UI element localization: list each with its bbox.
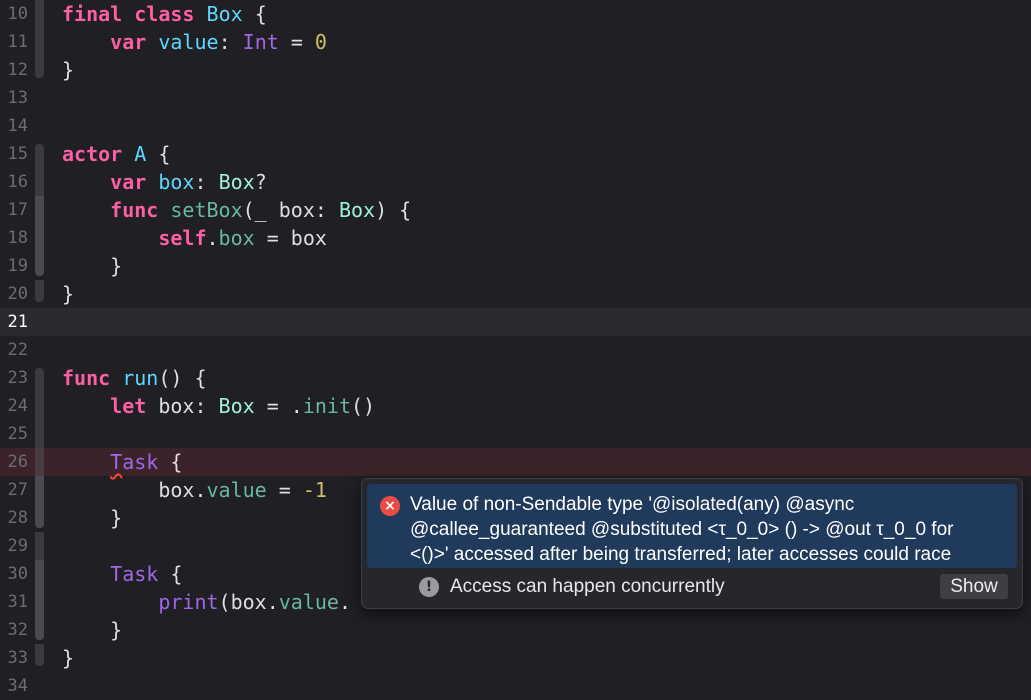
fold-ribbon[interactable]	[35, 392, 44, 420]
code-text: let box: Box = .init()	[110, 394, 376, 418]
line-number: 23	[7, 368, 28, 388]
code-line-25[interactable]: 25	[0, 420, 1031, 448]
line-number: 29	[7, 536, 28, 556]
code-text: }	[110, 506, 123, 530]
diagnostic-popover[interactable]: × Value of non-Sendable type '@isolated(…	[361, 478, 1023, 609]
exclamation-circle-icon: !	[419, 577, 439, 597]
code-text: self.box = box	[158, 226, 327, 250]
code-line-22[interactable]: 22	[0, 336, 1031, 364]
line-number: 10	[7, 4, 28, 24]
show-button[interactable]: Show	[940, 574, 1008, 599]
fold-ribbon[interactable]	[35, 560, 44, 588]
code-text: }	[62, 282, 75, 306]
line-number: 19	[7, 256, 28, 276]
fold-ribbon[interactable]	[35, 0, 44, 28]
fold-ribbon[interactable]	[35, 28, 44, 56]
code-line-20[interactable]: 20 }	[0, 280, 1031, 308]
error-x-icon: ×	[380, 496, 400, 516]
line-number: 18	[7, 228, 28, 248]
fold-ribbon[interactable]	[35, 420, 44, 448]
code-text: }	[110, 254, 123, 278]
fold-ribbon[interactable]	[35, 504, 44, 528]
line-number: 31	[7, 592, 28, 612]
line-number: 32	[7, 620, 28, 640]
code-line-14[interactable]: 14	[0, 112, 1031, 140]
fold-ribbon[interactable]	[35, 252, 44, 276]
code-text: var value: Int = 0	[110, 30, 327, 54]
fold-ribbon[interactable]	[35, 224, 44, 252]
fold-ribbon[interactable]	[35, 196, 44, 224]
code-text: final class Box {	[62, 2, 267, 26]
line-number: 26	[7, 452, 28, 472]
fold-ribbon[interactable]	[35, 588, 44, 616]
code-text: var box: Box?	[110, 170, 267, 194]
code-text: Task {	[110, 562, 183, 586]
error-message-line: Value of non-Sendable type '@isolated(an…	[410, 494, 855, 515]
line-number: 16	[7, 172, 28, 192]
fold-ribbon[interactable]	[35, 476, 44, 504]
code-text: }	[62, 646, 75, 670]
code-text: }	[110, 618, 123, 642]
code-text: box.value = -1	[158, 478, 327, 502]
code-text: actor A {	[62, 142, 171, 166]
fold-ribbon[interactable]	[35, 280, 44, 302]
code-line-17[interactable]: 17 func setBox(_ box: Box) {	[0, 196, 1031, 224]
code-line-16[interactable]: 16 var box: Box?	[0, 168, 1031, 196]
error-message: Value of non-Sendable type '@isolated(an…	[410, 492, 1010, 567]
fold-ribbon[interactable]	[35, 56, 44, 78]
fold-ribbon[interactable]	[35, 644, 44, 666]
line-number: 34	[7, 676, 28, 696]
fold-ribbon[interactable]	[35, 532, 44, 560]
line-number: 24	[7, 396, 28, 416]
code-line-32[interactable]: 32 }	[0, 616, 1031, 644]
note-text[interactable]: Access can happen concurrently	[450, 575, 725, 599]
line-number: 33	[7, 648, 28, 668]
line-number: 12	[7, 60, 28, 80]
code-line-23[interactable]: 23 func run() {	[0, 364, 1031, 392]
error-message-line: @callee_guaranteed @substituted <τ_0_0> …	[410, 519, 954, 540]
code-line-24[interactable]: 24 let box: Box = .init()	[0, 392, 1031, 420]
fold-ribbon[interactable]	[35, 168, 44, 196]
code-text: print(box.value.	[158, 590, 352, 614]
code-line-18[interactable]: 18 self.box = box	[0, 224, 1031, 252]
code-line-26[interactable]: 26 Task {	[0, 448, 1031, 476]
line-number: 20	[7, 284, 28, 304]
fold-ribbon[interactable]	[35, 368, 44, 392]
line-number: 27	[7, 480, 28, 500]
code-text: }	[62, 58, 75, 82]
code-text: func run() {	[62, 366, 207, 390]
code-line-13[interactable]: 13	[0, 84, 1031, 112]
error-message-row[interactable]: × Value of non-Sendable type '@isolated(…	[367, 484, 1017, 568]
code-line-34[interactable]: 34	[0, 672, 1031, 700]
code-line-15[interactable]: 15 actor A {	[0, 140, 1031, 168]
code-line-33[interactable]: 33 }	[0, 644, 1031, 672]
line-number: 14	[7, 116, 28, 136]
line-number: 22	[7, 340, 28, 360]
line-number: 25	[7, 424, 28, 444]
line-number: 28	[7, 508, 28, 528]
code-line-21[interactable]: 21	[0, 308, 1031, 336]
code-line-12[interactable]: 12 }	[0, 56, 1031, 84]
line-number: 21	[7, 312, 28, 332]
fold-ribbon[interactable]	[35, 144, 44, 168]
code-line-19[interactable]: 19 }	[0, 252, 1031, 280]
code-text: func setBox(_ box: Box) {	[110, 198, 412, 222]
code-line-10[interactable]: 10 final class Box {	[0, 0, 1031, 28]
error-message-line: <()>' accessed after being transferred; …	[410, 544, 952, 565]
fold-ribbon[interactable]	[35, 448, 44, 476]
line-number: 11	[7, 32, 28, 52]
code-text: Task {	[110, 450, 183, 474]
line-number: 30	[7, 564, 28, 584]
fold-ribbon[interactable]	[35, 616, 44, 640]
error-marker: T	[110, 450, 123, 474]
code-line-11[interactable]: 11 var value: Int = 0	[0, 28, 1031, 56]
line-number: 17	[7, 200, 28, 220]
line-number: 13	[7, 88, 28, 108]
line-number: 15	[7, 144, 28, 164]
code-editor[interactable]: 10 final class Box { 11 var value: Int =…	[0, 0, 1031, 696]
